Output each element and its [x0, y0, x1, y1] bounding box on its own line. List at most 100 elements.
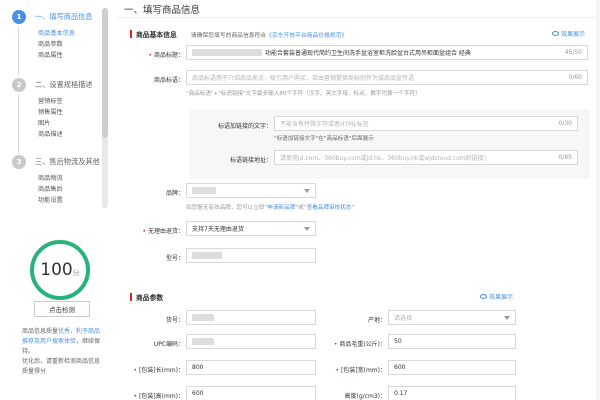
step-sidebar: 1 一、填写商品信息 商品基本信息 商品参数 商品属性 2 二、设置规格描述 营… [0, 0, 112, 400]
param-label: 产地： [316, 315, 386, 324]
param-input[interactable]: 800 [186, 360, 316, 375]
param-label: 高度(g/cm3)： [316, 391, 386, 400]
brand-status-link[interactable]: “查看品牌审核状态” [304, 205, 355, 211]
link-url-count: 0/85 [559, 154, 572, 161]
subitem-after-sales[interactable]: 商品售后 [38, 184, 63, 195]
return-policy-value: 支持7天无理由退货 [192, 224, 244, 233]
param-input[interactable]: 600 [388, 360, 516, 375]
param-value: 50 [394, 338, 402, 345]
slogan-placeholder: 商品标语用于介绍商品卖点，吸引用户购买，若由营销提供商标则作为该商品宣传语 [192, 73, 414, 82]
link-text-hint: "标语加链接文字"在"商品标语"后面展示 [274, 134, 374, 142]
subitem-sales-attributes[interactable]: 销售属性 [38, 107, 63, 118]
section-marker [130, 30, 132, 38]
link-text-count: 0/30 [559, 120, 572, 127]
param-input[interactable] [186, 334, 316, 349]
slogan-input[interactable]: 商品标语用于介绍商品卖点，吸引用户购买，若由营销提供商标则作为该商品宣传语 0/… [186, 70, 588, 85]
return-policy-select[interactable]: 支持7天无理由退货 [186, 221, 316, 236]
param-value: 600 [394, 364, 405, 371]
redacted-value [192, 338, 214, 345]
step-3[interactable]: 3 三、售后物流及其他 [12, 155, 100, 169]
link-text-input[interactable]: 不能含有特殊字符或者HTML标签 0/30 [274, 116, 578, 131]
section-marker [130, 293, 132, 301]
param-value: 0.17 [394, 390, 407, 397]
basic-info-note: 请确保您填写的商品信息符合《京东开放平台商品价格规范》 [191, 30, 348, 39]
step-connector [18, 26, 19, 76]
step-2-number: 2 [12, 78, 26, 92]
subitem-images[interactable]: 图片 [38, 118, 63, 129]
quality-score-unit: 分 [73, 268, 80, 278]
subitem-params[interactable]: 商品参数 [38, 39, 75, 50]
params-effect-preview-link[interactable]: 效果展示 [480, 292, 513, 301]
param-label: UPC编码： [130, 339, 184, 348]
effect-preview-label: 效果展示 [561, 29, 585, 38]
step-3-number: 3 [12, 155, 26, 169]
step-1-subitems: 商品基本信息 商品参数 商品属性 [38, 28, 75, 61]
step-2[interactable]: 2 二、设置规格描述 [12, 78, 93, 92]
step-2-subitems: 营销标签 销售属性 图片 商品描述 [38, 96, 63, 140]
redacted-text [192, 49, 262, 56]
subitem-description[interactable]: 商品描述 [38, 129, 63, 140]
basic-effect-preview-link[interactable]: 效果展示 [552, 29, 585, 38]
param-input[interactable]: 0.17 [388, 386, 516, 400]
basic-info-title: 商品基本信息 [136, 29, 177, 39]
main-form: 一、填写商品信息 商品基本信息 请确保您填写的商品信息符合《京东开放平台商品价格… [116, 0, 600, 400]
product-name-input[interactable]: 功能合套装普通现代简约卫生间洗手盆浴室柜洗脸盆台式用吊柜面盆组合 经典 45/5… [186, 45, 588, 60]
subitem-logistics[interactable]: 商品物流 [38, 173, 63, 184]
product-name-value: 功能合套装普通现代简约卫生间洗手盆浴室柜洗脸盆台式用吊柜面盆组合 经典 [265, 48, 471, 57]
title-divider [116, 17, 600, 18]
param-input[interactable]: 请选择 [388, 310, 516, 325]
param-label: • 商品毛重(公斤)： [316, 339, 386, 348]
model-label: 型号： [130, 253, 184, 262]
subitem-settings[interactable]: 功能设置 [38, 195, 63, 206]
quality-tip: 商品信息质量优秀，利于商品推荐及用户搜索体验，继续保持。 优化后，请重新检测商品… [22, 327, 102, 377]
step-3-subitems: 商品物流 商品售后 功能设置 [38, 173, 63, 206]
chevron-down-icon [304, 189, 310, 193]
slogan-hint: "商品标语"+"标语链接"文字最多输入80个字符（汉字、英文字母、标点、数字均算… [186, 89, 421, 97]
param-input[interactable]: 50 [388, 334, 516, 349]
param-value: 800 [192, 364, 203, 371]
slogan-label: 商品标语： [130, 75, 184, 84]
model-input[interactable] [186, 248, 316, 263]
basic-info-header: 商品基本信息 请确保您填写的商品信息符合《京东开放平台商品价格规范》 [130, 29, 347, 39]
step-3-title: 三、售后物流及其他 [35, 157, 100, 167]
quality-score-value: 100 [40, 260, 72, 280]
eye-icon [552, 31, 559, 36]
apply-brand-link[interactable]: “申请新品牌” [264, 205, 298, 211]
param-input[interactable] [186, 310, 316, 325]
link-url-label: 标语链接地址： [192, 155, 272, 164]
param-value: 请选择 [394, 313, 412, 322]
subitem-marketing-tags[interactable]: 营销标签 [38, 96, 63, 107]
return-policy-label: • 无理由退货： [130, 226, 184, 235]
page-scrollbar[interactable] [596, 0, 600, 400]
brand-hint-text: 如您暂无有效品牌，您可以立即 [186, 205, 264, 211]
param-value: 600 [192, 390, 203, 397]
price-policy-link[interactable]: 《京东开放平台商品价格规范》 [266, 33, 347, 39]
brand-label: 品牌： [130, 188, 184, 197]
param-label: 货号： [130, 315, 184, 324]
product-name-count: 45/50 [565, 49, 582, 56]
redacted-brand [192, 187, 216, 194]
param-label: • [包装]高(mm)： [130, 391, 184, 400]
link-text-label: 标语加链接的文字： [192, 121, 272, 130]
subitem-basic-info[interactable]: 商品基本信息 [38, 28, 75, 39]
step-2-title: 二、设置规格描述 [35, 80, 93, 90]
subitem-attributes[interactable]: 商品属性 [38, 50, 75, 61]
tip-text: 商品信息质量 [22, 328, 58, 335]
param-input[interactable]: 600 [186, 386, 316, 400]
param-label: • [包装]长(mm)： [130, 365, 184, 374]
link-url-placeholder: 请使用jd.com、360buy.com或jd.hk、360buy.hk或wjd… [280, 153, 490, 162]
link-url-input[interactable]: 请使用jd.com、360buy.com或jd.hk、360buy.hk或wjd… [274, 150, 578, 165]
step-connector [18, 94, 19, 154]
brand-select[interactable] [186, 183, 316, 198]
param-label: • [包装]宽(mm)： [316, 365, 386, 374]
sidebar-scrollbar-thumb[interactable] [102, 8, 108, 138]
redacted-value [192, 314, 214, 321]
step-1[interactable]: 1 一、填写商品信息 [12, 10, 93, 24]
chevron-down-icon [504, 316, 510, 320]
slogan-count: 0/60 [569, 74, 582, 81]
check-quality-button[interactable]: 点击检测 [34, 301, 90, 317]
step-1-title: 一、填写商品信息 [35, 12, 93, 22]
effect-preview-label: 效果展示 [489, 292, 513, 301]
page-title: 一、填写商品信息 [124, 2, 200, 16]
eye-icon [480, 294, 487, 299]
